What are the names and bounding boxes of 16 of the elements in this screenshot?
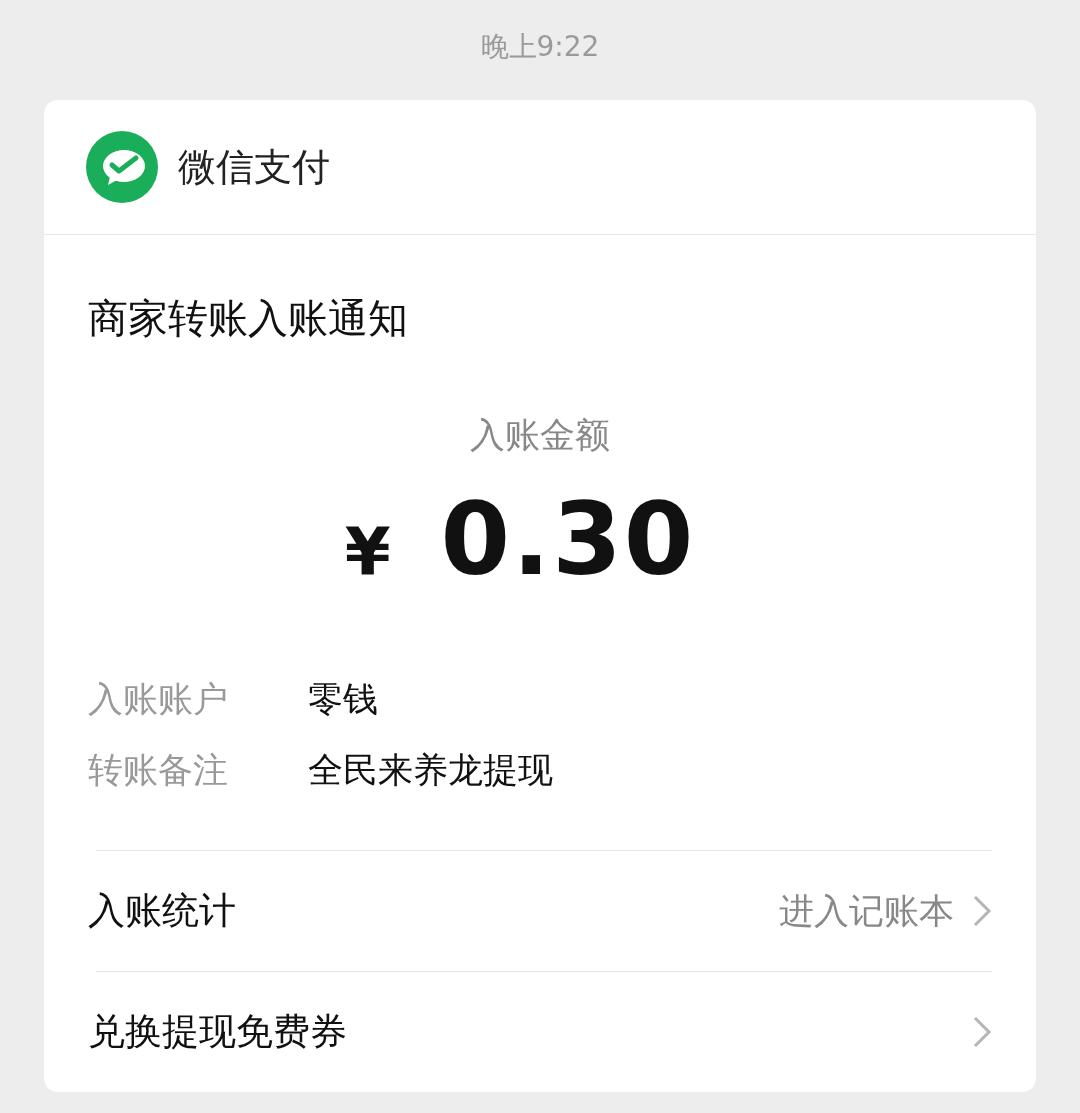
app-name: 微信支付	[178, 143, 330, 191]
wechat-pay-logo	[86, 131, 158, 203]
link-label: 入账统计	[88, 888, 236, 934]
currency-symbol: ¥	[344, 513, 391, 590]
detail-value: 全民来养龙提现	[308, 749, 553, 792]
detail-label: 入账账户	[88, 678, 229, 721]
amount-value: 0.30	[440, 481, 696, 598]
detail-label: 转账备注	[88, 749, 229, 792]
message-time: 晚上9:22	[480, 29, 600, 65]
chevron-right-icon	[972, 894, 992, 928]
detail-value: 零钱	[308, 678, 378, 721]
chevron-right-icon	[972, 1015, 992, 1049]
link-value: 进入记账本	[779, 889, 954, 933]
link-label: 兑换提现免费券	[88, 1009, 347, 1055]
amount-label: 入账金额	[470, 414, 610, 457]
notice-title: 商家转账入账通知	[88, 294, 409, 343]
